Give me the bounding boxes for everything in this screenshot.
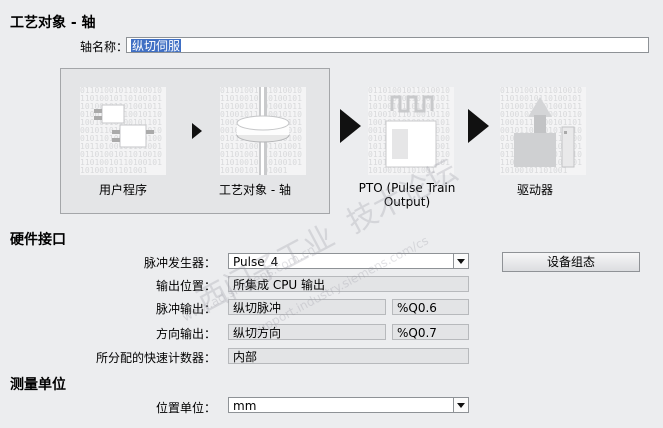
- flow-arrow-3: [468, 109, 489, 143]
- position-unit-select[interactable]: mm: [228, 397, 469, 413]
- direction-output-label: 方向输出：: [155, 327, 216, 341]
- direction-output-address-field: %Q0.7: [392, 324, 469, 340]
- page-title: 工艺对象 - 轴: [10, 15, 96, 31]
- device-config-button[interactable]: 设备组态: [502, 252, 640, 272]
- flow-arrow-2: [340, 109, 361, 143]
- measurement-unit-title: 测量单位: [10, 377, 66, 393]
- flow-arrow-1: [192, 123, 202, 139]
- chevron-down-icon[interactable]: [453, 398, 468, 412]
- drive-tile: 0110100101101001011010010110100101101001…: [500, 87, 586, 175]
- axis-name-value: 纵切伺服: [131, 39, 182, 53]
- tile-caption-user-program: 用户程序: [98, 183, 147, 197]
- user-program-tile: 0110100101101001011010010110100101101001…: [80, 87, 166, 175]
- chevron-down-icon[interactable]: [453, 254, 468, 268]
- hardware-interface-title: 硬件接口: [10, 232, 66, 248]
- hsc-label: 所分配的快速计数器：: [95, 351, 216, 365]
- hsc-field: 内部: [228, 348, 469, 364]
- axis-name-label: 轴名称：: [79, 40, 128, 54]
- axis-icon: [236, 87, 290, 175]
- position-unit-label: 位置单位：: [155, 401, 216, 415]
- axis-name-input[interactable]: 纵切伺服: [126, 37, 649, 53]
- drive-icon: [514, 97, 575, 168]
- chip-icon: [94, 104, 154, 148]
- pulse-output-address-field: %Q0.6: [392, 299, 469, 315]
- technology-object-tile: 0110100101101001011010010110100101101001…: [220, 87, 306, 175]
- pulse-generator-label: 脉冲发生器：: [143, 256, 216, 270]
- tile-caption-technology-object: 工艺对象 - 轴: [219, 183, 291, 197]
- position-unit-value: mm: [233, 399, 257, 413]
- tile-caption-drive: 驱动器: [516, 183, 553, 197]
